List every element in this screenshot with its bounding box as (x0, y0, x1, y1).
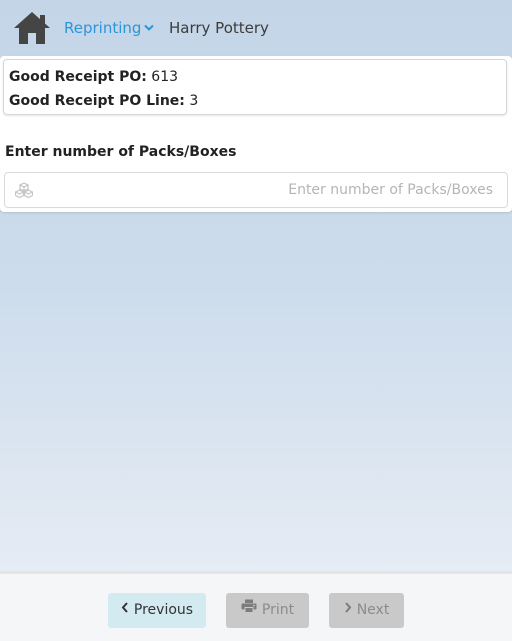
next-button-label: Next (356, 602, 390, 618)
chevron-left-icon (121, 592, 129, 627)
printer-icon (241, 592, 257, 627)
home-icon (14, 12, 50, 44)
home-button[interactable] (12, 10, 52, 46)
packs-field-label: Enter number of Packs/Boxes (5, 144, 237, 160)
print-button[interactable]: Print (226, 593, 309, 628)
po-line-label: Good Receipt PO Line: (9, 93, 185, 109)
po-label: Good Receipt PO: (9, 69, 147, 85)
next-button[interactable]: Next (329, 593, 404, 628)
print-button-label: Print (261, 602, 295, 618)
chevron-down-icon (144, 17, 155, 37)
po-line-value: 3 (189, 93, 199, 109)
boxes-icon (14, 182, 34, 199)
po-value: 613 (151, 69, 179, 85)
po-line-row: Good Receipt PO Line: 3 (9, 92, 198, 110)
reprinting-menu-dropdown[interactable]: Reprinting (64, 17, 155, 38)
po-row: Good Receipt PO: 613 (9, 68, 178, 86)
packs-input[interactable] (41, 173, 493, 207)
packs-input-wrapper (4, 172, 508, 208)
main-panel: Good Receipt PO: 613 Good Receipt PO Lin… (0, 56, 512, 212)
previous-button-label: Previous (133, 602, 194, 618)
footer-toolbar: Previous Print Next (0, 571, 512, 641)
user-name: Harry Pottery (169, 19, 269, 37)
previous-button[interactable]: Previous (108, 593, 206, 628)
chevron-right-icon (344, 592, 352, 627)
top-bar: Reprinting Harry Pottery (0, 0, 512, 56)
receipt-info-box: Good Receipt PO: 613 Good Receipt PO Lin… (3, 59, 507, 115)
menu-dropdown-label: Reprinting (64, 19, 142, 37)
